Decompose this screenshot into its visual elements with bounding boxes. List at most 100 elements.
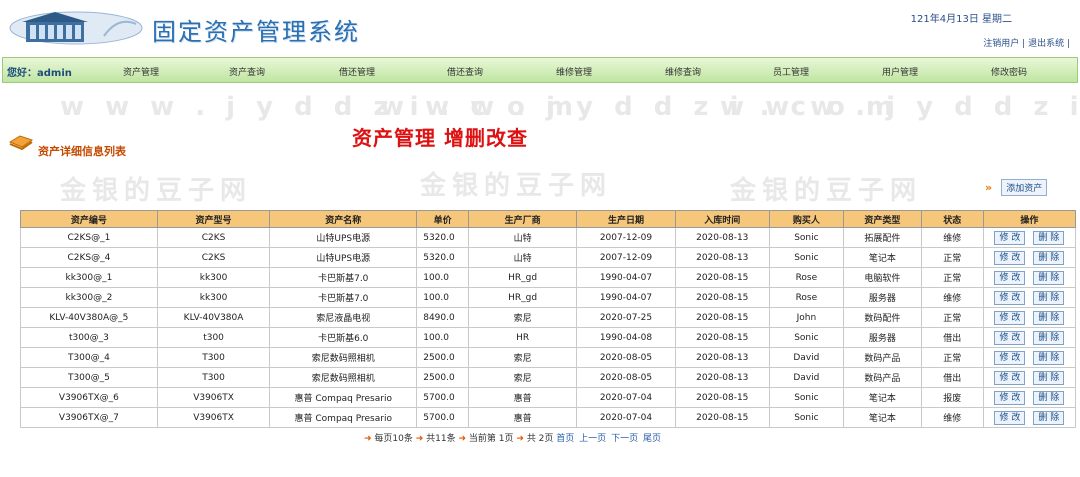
table-cell: 服务器	[842, 287, 922, 308]
arrow-icon: ➜	[364, 434, 372, 444]
table-cell: kk300@_2	[20, 287, 158, 308]
table-cell: 维修	[920, 407, 984, 428]
table-row: T300@_5 T300 索尼数码照相机 2500.0 索尼 2020-08-05 2020…	[20, 367, 1077, 388]
double-arrow-icon: »	[985, 181, 993, 194]
delete-button[interactable]: 删 除	[1033, 370, 1065, 385]
table-body: C2KS@_1 C2KS 山特UPS电源 5320.0 山特 2007-12-09 2020…	[20, 227, 1077, 428]
next-page-link[interactable]: 下一页	[611, 434, 638, 444]
edit-button[interactable]: 修 改	[994, 230, 1026, 245]
last-page-link[interactable]: 尾页	[643, 434, 661, 444]
nav-asset-management[interactable]: 资产管理	[123, 65, 159, 78]
edit-button[interactable]: 修 改	[994, 390, 1026, 405]
delete-button[interactable]: 删 除	[1033, 410, 1065, 425]
nav-asset-query[interactable]: 资产查询	[229, 65, 265, 78]
table-cell: 1990-04-07	[576, 267, 676, 288]
table-cell: 1990-04-07	[576, 287, 676, 308]
table-cell: 惠普 Compaq Presario	[269, 407, 418, 428]
table-cell: Rose	[768, 267, 844, 288]
edit-button[interactable]: 修 改	[994, 290, 1026, 305]
section-label: 资产详细信息列表	[38, 145, 126, 158]
table-row: C2KS@_1 C2KS 山特UPS电源 5320.0 山特 2007-12-09 2020…	[20, 227, 1077, 248]
table-cell: 2020-07-04	[576, 387, 676, 408]
table-cell: 借出	[920, 327, 984, 348]
table-cell: 数码产品	[842, 367, 922, 388]
edit-button[interactable]: 修 改	[994, 370, 1026, 385]
table-cell: 2007-12-09	[576, 227, 676, 248]
delete-button[interactable]: 删 除	[1033, 310, 1065, 325]
table-cell: 山特UPS电源	[269, 247, 418, 268]
table-cell: 维修	[920, 227, 984, 248]
table-cell: 电脑软件	[842, 267, 922, 288]
edit-button[interactable]: 修 改	[994, 350, 1026, 365]
column-header: 购买人	[768, 210, 844, 228]
actions-cell: 修 改删 除	[982, 367, 1077, 388]
arrow-icon: ➜	[415, 434, 424, 444]
table-cell: 惠普	[467, 407, 578, 428]
delete-button[interactable]: 删 除	[1033, 330, 1065, 345]
table-cell: 2500.0	[416, 367, 469, 388]
delete-button[interactable]: 删 除	[1033, 250, 1065, 265]
logout-user-link[interactable]: 注销用户	[983, 39, 1019, 49]
table-row: t300@_3 t300 卡巴斯基6.0 100.0 HR 1990-04-08 2020-…	[20, 327, 1077, 348]
nav-user-management[interactable]: 用户管理	[882, 65, 918, 78]
table-cell: 数码产品	[842, 347, 922, 368]
greeting: 您好：admin	[7, 68, 72, 79]
delete-button[interactable]: 删 除	[1033, 350, 1065, 365]
edit-button[interactable]: 修 改	[994, 310, 1026, 325]
nav-staff-management[interactable]: 员工管理	[773, 65, 809, 78]
table-cell: David	[768, 347, 844, 368]
edit-button[interactable]: 修 改	[994, 270, 1026, 285]
table-cell: C2KS	[156, 247, 271, 268]
table-row: V3906TX@_6 V3906TX 惠普 Compaq Presario 5700.…	[20, 387, 1077, 408]
watermark-brand: 金银的豆子网	[730, 176, 923, 206]
nav-repair-query[interactable]: 维修查询	[665, 65, 701, 78]
table-cell: V3906TX	[156, 387, 271, 408]
table-cell: V3906TX	[156, 407, 271, 428]
table-cell: 8490.0	[416, 307, 469, 328]
table-cell: 100.0	[416, 267, 469, 288]
table-cell: John	[768, 307, 844, 328]
actions-cell: 修 改删 除	[982, 407, 1077, 428]
prev-page-link[interactable]: 上一页	[579, 434, 606, 444]
table-cell: 数码配件	[842, 307, 922, 328]
main-nav: 您好：admin 资产管理 资产查询 借还管理 借还查询 维修管理 维修查询 员…	[2, 57, 1078, 83]
nav-borrow-query[interactable]: 借还查询	[447, 65, 483, 78]
table-row: T300@_4 T300 索尼数码照相机 2500.0 索尼 2020-08-05 2020…	[20, 347, 1077, 368]
table-cell: Sonic	[768, 247, 844, 268]
page-heading: 资产管理 增删改查	[352, 126, 528, 150]
edit-button[interactable]: 修 改	[994, 330, 1026, 345]
table-cell: KLV-40V380A	[156, 307, 271, 328]
table-cell: 报废	[920, 387, 984, 408]
delete-button[interactable]: 删 除	[1033, 290, 1065, 305]
app-title: 固定资产管理系统	[152, 18, 360, 46]
nav-borrow-management[interactable]: 借还管理	[339, 65, 375, 78]
delete-button[interactable]: 删 除	[1033, 390, 1065, 405]
table-cell: 5700.0	[416, 407, 469, 428]
table-cell: 借出	[920, 367, 984, 388]
delete-button[interactable]: 删 除	[1033, 230, 1065, 245]
table-cell: Rose	[768, 287, 844, 308]
first-page-link[interactable]: 首页	[556, 434, 574, 444]
table-cell: T300	[156, 347, 271, 368]
actions-cell: 修 改删 除	[982, 327, 1077, 348]
table-cell: 正常	[920, 247, 984, 268]
nav-repair-management[interactable]: 维修管理	[556, 65, 592, 78]
edit-button[interactable]: 修 改	[994, 250, 1026, 265]
app-header: 固定资产管理系统 121年4月13日 星期二 注销用户 | 退出系统 |	[0, 0, 1080, 55]
table-cell: 2020-08-15	[674, 267, 770, 288]
table-cell: 2020-08-15	[674, 407, 770, 428]
actions-cell: 修 改删 除	[982, 247, 1077, 268]
watermark-brand: 金银的豆子网	[60, 176, 253, 206]
watermark-site: w w w . j y d d z i . c o m	[720, 92, 1080, 122]
edit-button[interactable]: 修 改	[994, 410, 1026, 425]
delete-button[interactable]: 删 除	[1033, 270, 1065, 285]
column-header: 操作	[982, 210, 1077, 228]
table-cell: 正常	[920, 307, 984, 328]
actions-cell: 修 改删 除	[982, 267, 1077, 288]
add-asset-button[interactable]: 添加资产	[1001, 179, 1048, 196]
table-cell: 2500.0	[416, 347, 469, 368]
logout-system-link[interactable]: 退出系统	[1028, 39, 1064, 49]
table-cell: V3906TX@_7	[20, 407, 158, 428]
column-header: 生产日期	[576, 210, 676, 228]
nav-change-password[interactable]: 修改密码	[991, 65, 1027, 78]
